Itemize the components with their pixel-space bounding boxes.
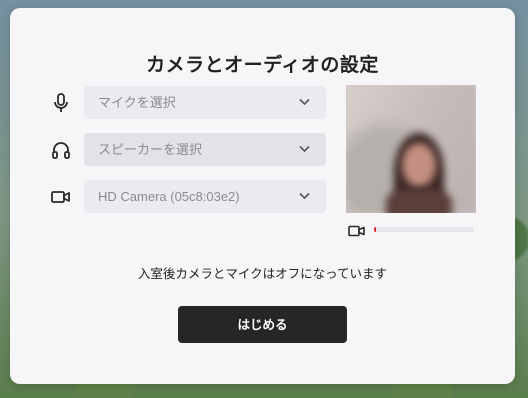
chevron-down-icon <box>299 98 310 106</box>
camera-row: HD Camera (05c8:03e2) <box>50 180 326 213</box>
level-fill <box>374 227 376 232</box>
camera-level-meter <box>348 221 476 237</box>
microphone-select[interactable]: マイクを選択 <box>84 86 326 119</box>
video-camera-icon <box>348 222 366 237</box>
speaker-row: スピーカーを選択 <box>50 133 326 166</box>
speaker-select[interactable]: スピーカーを選択 <box>84 133 326 166</box>
microphone-icon <box>50 92 72 114</box>
start-button[interactable]: はじめる <box>178 306 347 343</box>
camera-preview <box>346 85 476 213</box>
camera-select[interactable]: HD Camera (05c8:03e2) <box>84 180 326 213</box>
microphone-select-value: マイクを選択 <box>98 95 176 110</box>
chevron-down-icon <box>299 145 310 153</box>
speaker-select-value: スピーカーを選択 <box>98 142 203 157</box>
av-settings-dialog: カメラとオーディオの設定 マイクを選択 スピーカーを選択 HD Camera (… <box>10 8 515 384</box>
dialog-title: カメラとオーディオの設定 <box>146 54 379 76</box>
chevron-down-icon <box>299 192 310 200</box>
camera-select-value: HD Camera (05c8:03e2) <box>98 189 240 204</box>
video-camera-icon <box>50 186 72 208</box>
headphones-icon <box>50 139 72 161</box>
microphone-row: マイクを選択 <box>50 86 326 119</box>
level-track <box>374 227 474 232</box>
mic-camera-off-notice: 入室後カメラとマイクはオフになっています <box>137 266 388 281</box>
